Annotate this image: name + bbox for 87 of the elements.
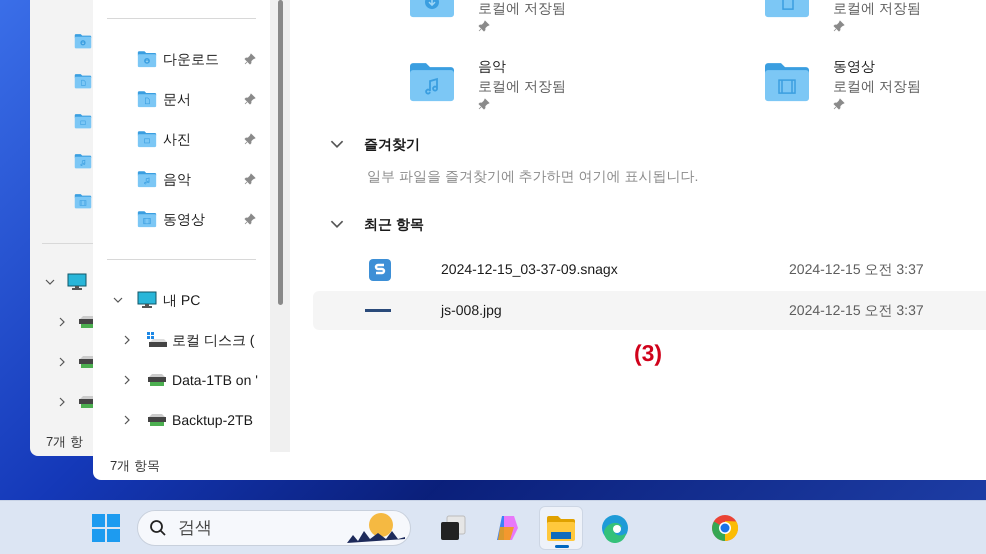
folder-tile[interactable]: 로컬에 저장됨 [763, 0, 986, 52]
folder-icon [137, 90, 157, 108]
nav-item[interactable]: 로컬 디스크 ( [93, 320, 270, 360]
nav-label: 음악 [163, 170, 192, 188]
search-icon [149, 518, 167, 536]
drive-icon [146, 412, 168, 428]
system-drive-icon [146, 331, 168, 349]
folder-icon [74, 32, 92, 50]
folder-icon [74, 112, 92, 130]
status-text: 7개 항목 [110, 457, 160, 476]
folder-icon [137, 130, 157, 148]
pin-icon [478, 98, 490, 110]
chevron-right-icon[interactable] [57, 317, 67, 327]
section-title: 최근 항목 [364, 214, 424, 234]
nav-item[interactable]: 문서 [93, 79, 270, 119]
section-header[interactable]: 최근 항목 [290, 204, 986, 244]
folder-location: 로컬에 저장됨 [478, 77, 566, 96]
pin-icon [244, 133, 256, 145]
folder-icon [763, 60, 811, 104]
nav-label: 로컬 디스크 ( [172, 330, 254, 350]
chevron-right-icon[interactable] [122, 335, 132, 345]
nav-item[interactable]: Backtup-2TB [93, 400, 270, 440]
search-field[interactable]: 검색 [137, 510, 411, 546]
folder-icon [74, 72, 92, 90]
pin-icon [244, 213, 256, 225]
folder-tile[interactable]: 동영상 로컬에 저장됨 [763, 52, 986, 110]
pin-icon [244, 173, 256, 185]
nav-label: 동영상 [163, 210, 206, 228]
folder-tile[interactable]: 음악 로컬에 저장됨 [408, 52, 763, 110]
pin-icon [244, 53, 256, 65]
drive-icon [146, 372, 168, 388]
file-name: js-008.jpg [441, 301, 503, 320]
file-date: 2024-12-15 오전 3:37 [789, 301, 924, 320]
moon-landscape-icon [347, 510, 405, 544]
folder-location: 로컬에 저장됨 [478, 0, 566, 18]
pin-icon [833, 20, 845, 32]
chrome-logo-icon [710, 512, 740, 542]
folder-name: 음악 [478, 57, 507, 76]
chevron-down-icon[interactable] [45, 277, 55, 287]
nav-item[interactable]: Data-1TB on ' [93, 360, 270, 400]
empty-message: 일부 파일을 즐겨찾기에 추가하면 여기에 표시됩니다. [366, 167, 700, 186]
nav-item[interactable]: 동영상 [93, 199, 270, 239]
folder-name: 동영상 [833, 57, 876, 76]
nav-item[interactable]: 음악 [93, 159, 270, 199]
nav-item[interactable]: 사진 [93, 119, 270, 159]
file-date: 2024-12-15 오전 3:37 [789, 260, 924, 279]
nav-label: Data-1TB on ' [172, 370, 258, 390]
folder-tile[interactable]: 로컬에 저장됨 [408, 0, 763, 52]
section-header[interactable]: 즐겨찾기 [290, 124, 986, 164]
monitor-icon [137, 291, 157, 309]
nav-item[interactable]: 내 PC [93, 280, 270, 320]
folder-location: 로컬에 저장됨 [833, 77, 921, 96]
nav-label: 내 PC [163, 290, 200, 310]
folder-icon [137, 50, 157, 68]
nav-label: 사진 [163, 130, 192, 148]
section-title: 즐겨찾기 [364, 134, 420, 154]
chevron-right-icon[interactable] [122, 415, 132, 425]
edge-logo-icon [600, 512, 630, 542]
nav-label: 문서 [163, 90, 192, 108]
folder-icon [74, 192, 92, 210]
image-thumbnail-icon [365, 309, 391, 312]
nav-label: Backtup-2TB [172, 410, 253, 430]
pin-icon [244, 93, 256, 105]
folder-icon [137, 210, 157, 228]
chevron-right-icon[interactable] [57, 397, 67, 407]
folder-icon [408, 60, 456, 104]
pin-icon [833, 98, 845, 110]
windows-logo-icon [92, 514, 120, 542]
task-view-icon [438, 512, 468, 542]
chevron-right-icon[interactable] [122, 375, 132, 385]
scrollbar-thumb[interactable] [278, 0, 282, 305]
status-text: 7개 항 [46, 433, 84, 451]
s-logo-icon [369, 258, 391, 280]
file-name: 2024-12-15_03-37-09.snagx [441, 260, 619, 279]
active-indicator [555, 544, 569, 548]
chevron-down-icon[interactable] [113, 295, 123, 305]
nav-label: 다운로드 [163, 50, 220, 68]
file-row[interactable]: js-008.jpg 2024-12-15 오전 3:37 [313, 291, 986, 330]
folder-location: 로컬에 저장됨 [833, 0, 921, 18]
folder-icon [74, 152, 92, 170]
pin-icon [478, 20, 490, 32]
annotation-label: (3) [634, 339, 662, 368]
start-button[interactable] [90, 512, 122, 544]
folder-icon [137, 170, 157, 188]
nav-item[interactable]: 다운로드 [93, 39, 270, 79]
chevron-right-icon[interactable] [57, 357, 67, 367]
monitor-icon [67, 273, 87, 291]
